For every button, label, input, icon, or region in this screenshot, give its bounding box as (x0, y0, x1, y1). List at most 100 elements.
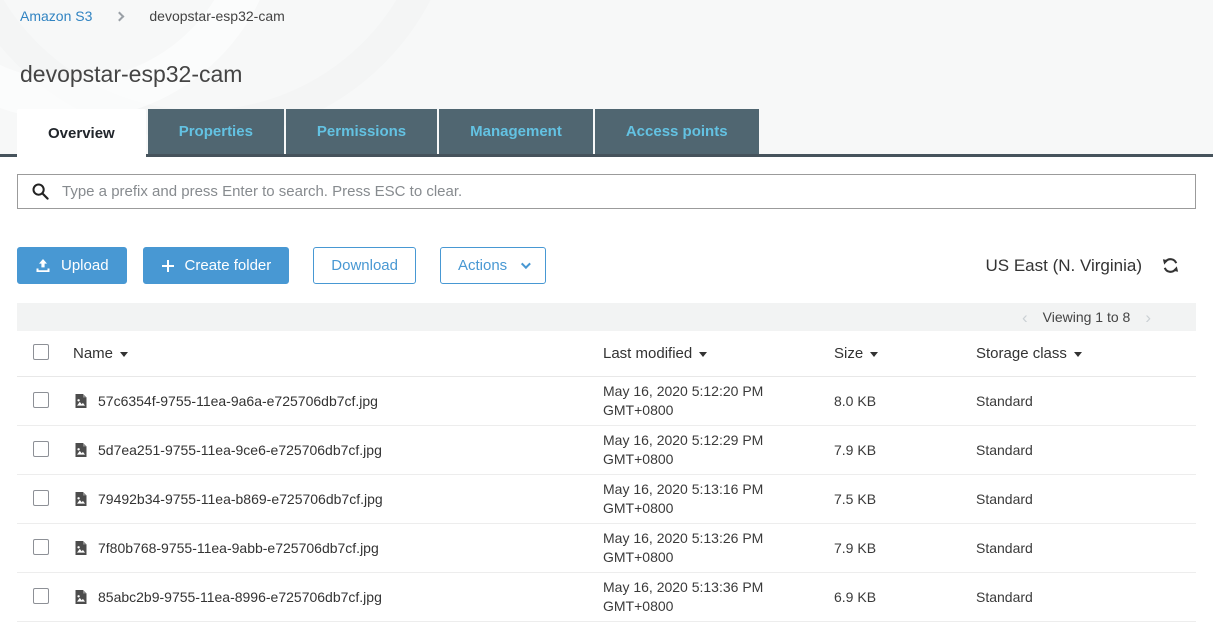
file-name-cell: 85abc2b9-9755-11ea-8996-e725706db7cf.jpg (73, 589, 603, 605)
last-modified-cell: May 16, 2020 5:13:36 PM GMT+0800 (603, 578, 834, 616)
page-header: Amazon S3 devopstar-esp32-cam devopstar-… (0, 0, 1213, 157)
file-name-cell: 7f80b768-9755-11ea-9abb-e725706db7cf.jpg (73, 540, 603, 556)
refresh-icon (1161, 256, 1180, 275)
last-modified-timezone: GMT+0800 (603, 597, 834, 616)
column-header-last-modified[interactable]: Last modified (603, 345, 834, 362)
sort-caret-icon (1074, 352, 1082, 357)
file-name-link[interactable]: 79492b34-9755-11ea-b869-e725706db7cf.jpg (98, 491, 383, 507)
storage-class-cell: Standard (976, 491, 1196, 507)
file-name-link[interactable]: 5d7ea251-9755-11ea-9ce6-e725706db7cf.jpg (98, 442, 382, 458)
storage-class-cell: Standard (976, 442, 1196, 458)
table-row: 7f80b768-9755-11ea-9abb-e725706db7cf.jpg… (17, 524, 1196, 573)
file-name-link[interactable]: 57c6354f-9755-11ea-9a6a-e725706db7cf.jpg (98, 393, 378, 409)
column-header-size[interactable]: Size (834, 345, 976, 362)
last-modified-datetime: May 16, 2020 5:13:26 PM (603, 529, 834, 548)
column-header-name-label: Name (73, 345, 113, 362)
row-checkbox[interactable] (33, 441, 49, 457)
create-folder-button[interactable]: Create folder (143, 247, 290, 284)
page-title: devopstar-esp32-cam (20, 61, 1213, 88)
region-area: US East (N. Virginia) (985, 256, 1196, 276)
image-file-icon (73, 589, 89, 605)
last-modified-cell: May 16, 2020 5:13:26 PM GMT+0800 (603, 529, 834, 567)
file-size-cell: 6.9 KB (834, 589, 976, 605)
storage-class-cell: Standard (976, 393, 1196, 409)
image-file-icon (73, 393, 89, 409)
row-checkbox[interactable] (33, 490, 49, 506)
file-name-link[interactable]: 85abc2b9-9755-11ea-8996-e725706db7cf.jpg (98, 589, 382, 605)
last-modified-timezone: GMT+0800 (603, 548, 834, 567)
file-size-cell: 7.5 KB (834, 491, 976, 507)
search-input[interactable] (62, 183, 1182, 200)
row-checkbox-cell (17, 441, 73, 460)
plus-icon (161, 259, 175, 273)
create-folder-button-label: Create folder (185, 257, 272, 274)
file-size-cell: 8.0 KB (834, 393, 976, 409)
breadcrumb: Amazon S3 devopstar-esp32-cam (0, 0, 1213, 24)
previous-page-chevron-icon[interactable]: ‹ (1022, 309, 1028, 326)
sort-caret-icon (120, 352, 128, 357)
file-name-cell: 5d7ea251-9755-11ea-9ce6-e725706db7cf.jpg (73, 442, 603, 458)
last-modified-datetime: May 16, 2020 5:13:36 PM (603, 578, 834, 597)
file-name-cell: 79492b34-9755-11ea-b869-e725706db7cf.jpg (73, 491, 603, 507)
search-icon (31, 182, 50, 201)
table-row: 57c6354f-9755-11ea-9a6a-e725706db7cf.jpg… (17, 377, 1196, 426)
main-content: Upload Create folder Download Actions US… (0, 174, 1213, 622)
storage-class-cell: Standard (976, 589, 1196, 605)
tab[interactable]: Overview (17, 109, 146, 157)
image-file-icon (73, 540, 89, 556)
last-modified-cell: May 16, 2020 5:12:29 PM GMT+0800 (603, 431, 834, 469)
row-checkbox[interactable] (33, 392, 49, 408)
viewing-range-label: Viewing 1 to 8 (1043, 309, 1131, 325)
row-checkbox[interactable] (33, 588, 49, 604)
row-checkbox-cell (17, 539, 73, 558)
column-header-storage-class-label: Storage class (976, 345, 1067, 362)
row-checkbox-cell (17, 588, 73, 607)
last-modified-datetime: May 16, 2020 5:13:16 PM (603, 480, 834, 499)
row-checkbox[interactable] (33, 539, 49, 555)
column-header-size-label: Size (834, 345, 863, 362)
file-size-cell: 7.9 KB (834, 442, 976, 458)
last-modified-cell: May 16, 2020 5:12:20 PM GMT+0800 (603, 382, 834, 420)
file-size-cell: 7.9 KB (834, 540, 976, 556)
pagination-bar: ‹ Viewing 1 to 8 › (17, 303, 1196, 331)
tab[interactable]: Permissions (286, 109, 437, 154)
refresh-button[interactable] (1161, 256, 1180, 275)
column-header-last-modified-label: Last modified (603, 345, 692, 362)
breadcrumb-current-bucket: devopstar-esp32-cam (149, 8, 284, 24)
row-checkbox-cell (17, 490, 73, 509)
last-modified-cell: May 16, 2020 5:13:16 PM GMT+0800 (603, 480, 834, 518)
sort-caret-icon (699, 352, 707, 357)
download-button-label: Download (331, 257, 398, 274)
next-page-chevron-icon[interactable]: › (1145, 309, 1151, 326)
table-row: 5d7ea251-9755-11ea-9ce6-e725706db7cf.jpg… (17, 426, 1196, 475)
last-modified-timezone: GMT+0800 (603, 499, 834, 518)
column-header-storage-class[interactable]: Storage class (976, 345, 1196, 362)
select-all-checkbox[interactable] (33, 344, 49, 360)
table-row: 79492b34-9755-11ea-b869-e725706db7cf.jpg… (17, 475, 1196, 524)
tab[interactable]: Management (439, 109, 593, 154)
download-button[interactable]: Download (313, 247, 416, 284)
storage-class-cell: Standard (976, 540, 1196, 556)
last-modified-timezone: GMT+0800 (603, 450, 834, 469)
upload-button-label: Upload (61, 257, 109, 274)
search-box (17, 174, 1196, 209)
upload-icon (35, 258, 51, 274)
chevron-down-icon (521, 259, 531, 269)
header-checkbox-cell (17, 344, 73, 364)
region-label: US East (N. Virginia) (985, 256, 1142, 276)
last-modified-datetime: May 16, 2020 5:12:29 PM (603, 431, 834, 450)
tab[interactable]: Properties (148, 109, 284, 154)
file-name-link[interactable]: 7f80b768-9755-11ea-9abb-e725706db7cf.jpg (98, 540, 379, 556)
file-name-cell: 57c6354f-9755-11ea-9a6a-e725706db7cf.jpg (73, 393, 603, 409)
image-file-icon (73, 491, 89, 507)
column-header-name[interactable]: Name (73, 345, 603, 362)
tab[interactable]: Access points (595, 109, 759, 154)
table-row: 85abc2b9-9755-11ea-8996-e725706db7cf.jpg… (17, 573, 1196, 622)
table-body: 57c6354f-9755-11ea-9a6a-e725706db7cf.jpg… (17, 377, 1196, 622)
upload-button[interactable]: Upload (17, 247, 127, 284)
sort-caret-icon (870, 352, 878, 357)
actions-dropdown-button[interactable]: Actions (440, 247, 546, 284)
last-modified-datetime: May 16, 2020 5:12:20 PM (603, 382, 834, 401)
breadcrumb-amazon-s3-link[interactable]: Amazon S3 (20, 8, 92, 24)
actions-button-label: Actions (458, 257, 507, 274)
